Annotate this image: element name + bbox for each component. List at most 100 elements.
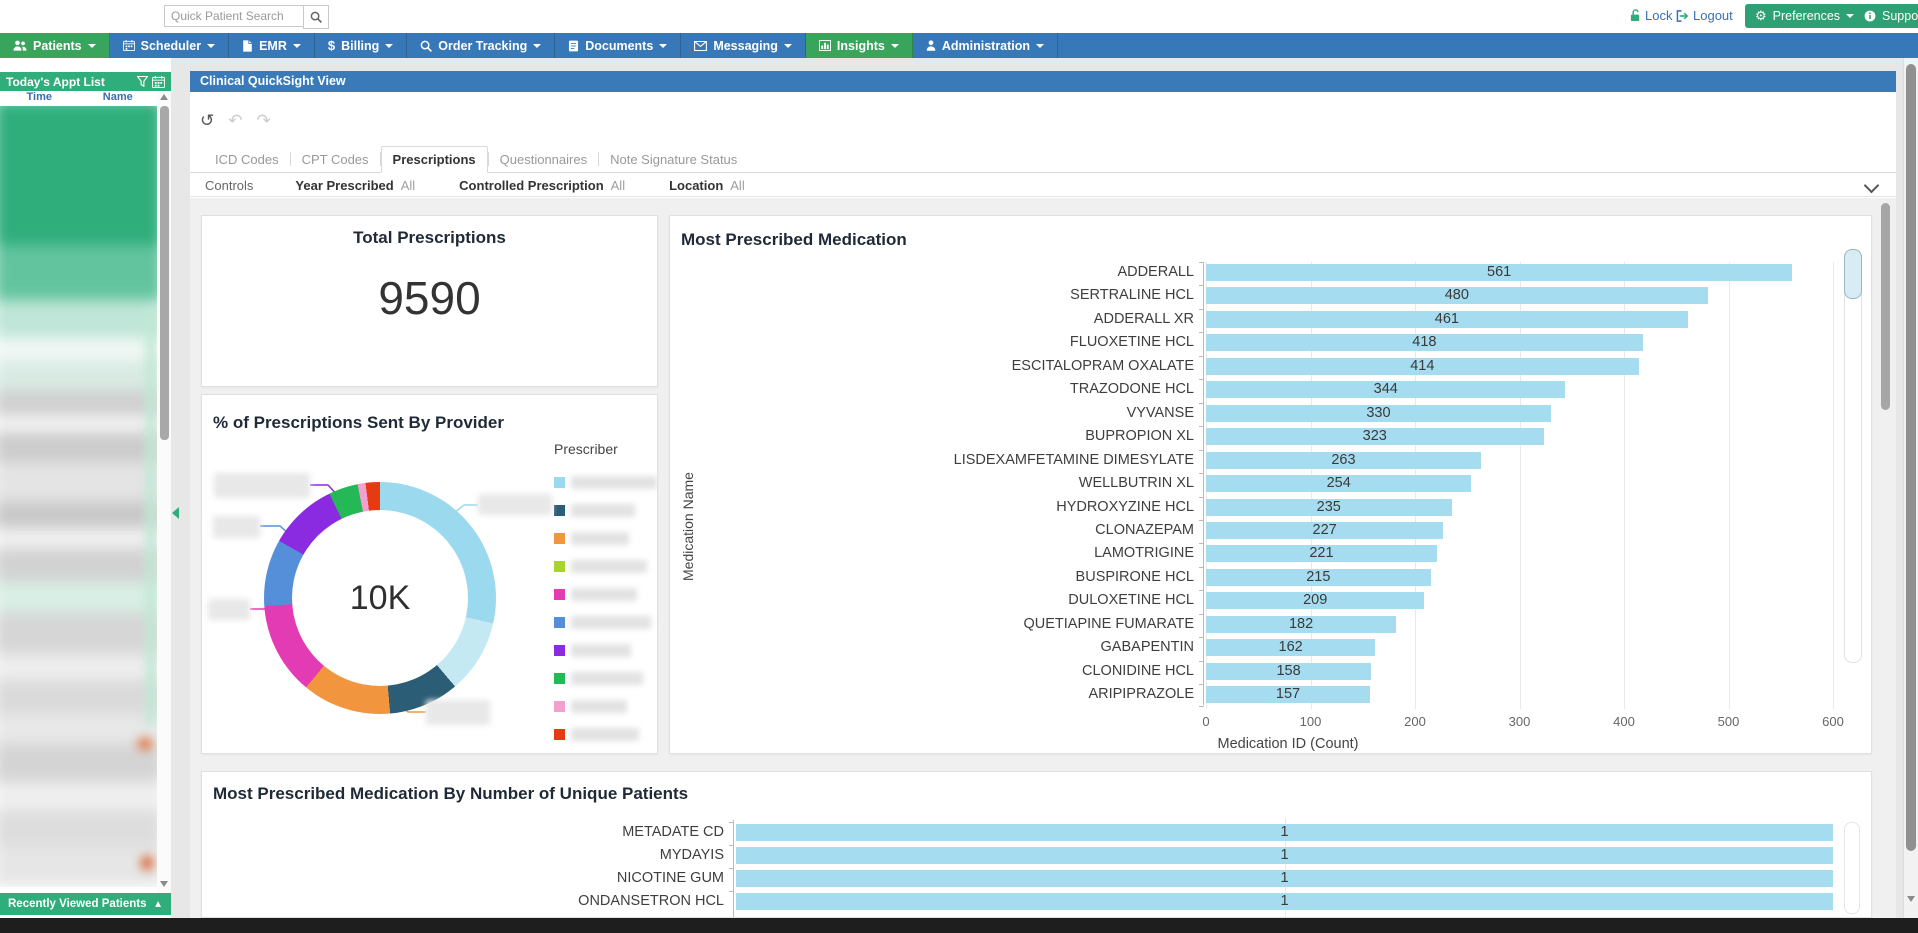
legend-item[interactable] xyxy=(554,700,627,713)
scroll-down-icon[interactable] xyxy=(160,881,168,887)
y-axis-tick xyxy=(1199,262,1204,263)
preferences-label: Preferences xyxy=(1773,9,1840,23)
legend-item[interactable] xyxy=(554,532,629,545)
nav-item-billing[interactable]: $Billing xyxy=(315,33,407,58)
legend-label-blurred xyxy=(571,728,639,741)
bar-category-label: METADATE CD xyxy=(202,824,724,841)
y-axis-tick xyxy=(1199,661,1204,662)
redo-icon[interactable]: ↷ xyxy=(257,112,271,129)
y-axis-tick xyxy=(1199,473,1204,474)
med-chart-scroll-thumb[interactable] xyxy=(1844,249,1862,299)
document-icon xyxy=(568,40,579,52)
nav-item-insights[interactable]: Insights xyxy=(806,33,913,58)
window-scroll-down-icon[interactable] xyxy=(1907,896,1915,902)
legend-label-blurred xyxy=(571,616,651,629)
filter-name: Year Prescribed xyxy=(295,178,393,193)
nav-item-patients[interactable]: Patients xyxy=(0,33,110,58)
tab-cpt-codes[interactable]: CPT Codes xyxy=(291,147,380,172)
support-button[interactable]: Support xyxy=(1854,4,1918,28)
controls-filters: Year PrescribedAll Controlled Prescriptio… xyxy=(295,178,788,193)
legend-swatch xyxy=(554,505,565,516)
tab-icd-codes[interactable]: ICD Codes xyxy=(204,147,290,172)
undo-icon[interactable]: ↶ xyxy=(228,112,242,129)
legend-item[interactable] xyxy=(554,588,637,601)
legend-swatch xyxy=(554,617,565,628)
sheet-scrollbar-thumb[interactable] xyxy=(1881,203,1890,410)
appt-column-headers: Time Name xyxy=(0,91,157,106)
chevron-down-icon xyxy=(385,44,393,48)
nav-item-label: Order Tracking xyxy=(438,39,527,53)
kpi-title: Total Prescriptions xyxy=(202,228,657,248)
med-chart-scroll-track[interactable] xyxy=(1844,249,1862,663)
legend-item[interactable] xyxy=(554,560,647,573)
total-prescriptions-card: Total Prescriptions 9590 xyxy=(201,215,658,387)
sidebar-scrollbar-thumb[interactable] xyxy=(160,106,169,440)
legend-swatch xyxy=(554,561,565,572)
filter-icon[interactable] xyxy=(137,76,148,87)
bar-category-label: TRAZODONE HCL xyxy=(670,381,1194,398)
tab-note-signature-status[interactable]: Note Signature Status xyxy=(599,147,748,172)
window-scrollbar-thumb[interactable] xyxy=(1906,64,1916,851)
y-axis-tick xyxy=(1199,637,1204,638)
legend-label-blurred xyxy=(571,672,643,685)
panel-header: Clinical QuickSight View xyxy=(190,71,1896,92)
kpi-value: 9590 xyxy=(202,271,657,325)
sidebar-collapse-handle[interactable] xyxy=(172,507,179,519)
chevron-down-icon xyxy=(784,44,792,48)
legend-item[interactable] xyxy=(554,644,631,657)
tab-questionnaires[interactable]: Questionnaires xyxy=(489,147,598,172)
person-icon xyxy=(926,40,936,51)
chevron-down-icon xyxy=(207,44,215,48)
legend-item[interactable] xyxy=(554,728,639,741)
filter-name: Location xyxy=(669,178,723,193)
calendar-icon[interactable] xyxy=(152,76,165,88)
nav-item-administration[interactable]: Administration xyxy=(913,33,1058,58)
reset-icon[interactable]: ↺ xyxy=(200,112,214,129)
lock-button[interactable]: Lock xyxy=(1630,8,1672,23)
nav-item-messaging[interactable]: Messaging xyxy=(681,33,806,58)
x-tick-label: 400 xyxy=(1599,714,1649,729)
bar-value-label: 162 xyxy=(1206,639,1375,656)
bar-category-label: LAMOTRIGINE xyxy=(670,545,1194,562)
donut-center-label: 10K xyxy=(292,510,468,686)
x-tick-label: 500 xyxy=(1704,714,1754,729)
legend-item[interactable] xyxy=(554,476,657,489)
scroll-up-icon[interactable] xyxy=(160,94,168,100)
column-time[interactable]: Time xyxy=(0,91,79,106)
x-tick-label: 300 xyxy=(1495,714,1545,729)
column-name[interactable]: Name xyxy=(79,91,158,106)
filter-location[interactable]: LocationAll xyxy=(669,178,745,193)
med-chart-title: Most Prescribed Medication xyxy=(681,230,907,250)
tab-prescriptions[interactable]: Prescriptions xyxy=(381,146,488,173)
envelope-icon xyxy=(694,41,707,51)
uniq-chart-scroll-track[interactable] xyxy=(1844,822,1860,914)
y-axis-tick xyxy=(1199,356,1204,357)
logout-button[interactable]: Logout xyxy=(1676,8,1733,23)
gridline xyxy=(1833,262,1834,709)
legend-item[interactable] xyxy=(554,504,635,517)
preferences-button[interactable]: ⚙ Preferences xyxy=(1745,4,1864,28)
bar-category-label: QUETIAPINE FUMARATE xyxy=(670,616,1194,633)
bar-value-label: 414 xyxy=(1206,358,1639,375)
donut-chart[interactable]: 10K xyxy=(264,482,496,714)
nav-item-order-tracking[interactable]: Order Tracking xyxy=(407,33,555,58)
bar-value-label: 263 xyxy=(1206,452,1481,469)
nav-item-label: Scheduler xyxy=(141,39,201,53)
filter-year-prescribed[interactable]: Year PrescribedAll xyxy=(295,178,415,193)
med-y-axis-label: Medication Name xyxy=(680,441,696,581)
legend-item[interactable] xyxy=(554,616,651,629)
nav-item-emr[interactable]: EMR xyxy=(229,33,315,58)
bar-category-label: DULOXETINE HCL xyxy=(670,592,1194,609)
nav-item-label: Patients xyxy=(33,39,82,53)
legend-label-blurred xyxy=(571,532,629,545)
filter-controlled-prescription[interactable]: Controlled PrescriptionAll xyxy=(459,178,625,193)
nav-item-documents[interactable]: Documents xyxy=(555,33,681,58)
search-button[interactable] xyxy=(303,5,329,29)
legend-label-blurred xyxy=(571,476,657,489)
legend-item[interactable] xyxy=(554,672,643,685)
search-input[interactable] xyxy=(164,5,310,27)
recently-viewed-patients-bar[interactable]: Recently Viewed Patients ▲ xyxy=(0,893,171,915)
support-label: Support xyxy=(1882,9,1918,23)
nav-item-scheduler[interactable]: Scheduler xyxy=(110,33,229,58)
dashboard-toolbar: ↺ ↶ ↷ xyxy=(200,112,271,129)
